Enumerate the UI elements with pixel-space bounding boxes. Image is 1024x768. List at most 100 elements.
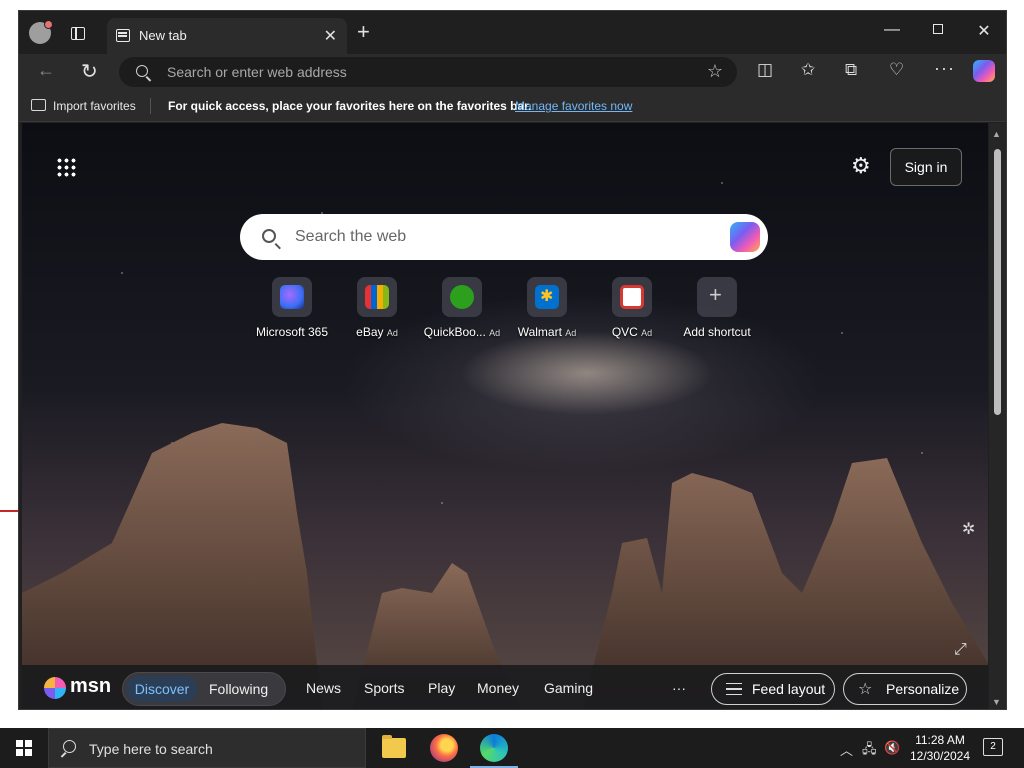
close-window-button[interactable]: ✕	[961, 21, 1006, 41]
favorites-icon[interactable]: ✩	[801, 60, 815, 80]
tab-discover[interactable]: Discover	[126, 676, 198, 702]
nav-news[interactable]: News	[306, 680, 341, 696]
maximize-button[interactable]	[915, 21, 961, 39]
tab-actions-icon[interactable]	[71, 27, 85, 40]
nav-sports[interactable]: Sports	[364, 680, 404, 696]
msn-butterfly-icon[interactable]	[44, 677, 66, 699]
profile-avatar-icon[interactable]	[29, 20, 53, 44]
nav-play[interactable]: Play	[428, 680, 455, 696]
split-screen-icon[interactable]: ◫	[757, 60, 773, 80]
import-folder-icon	[31, 99, 46, 111]
ad-badge: Ad	[489, 328, 501, 338]
file-explorer-icon[interactable]	[382, 735, 406, 758]
copilot-search-icon[interactable]	[730, 222, 760, 252]
nav-gaming[interactable]: Gaming	[544, 680, 593, 696]
expand-arrows-icon[interactable]: ⤢	[954, 641, 967, 659]
manage-favorites-link[interactable]: Manage favorites now	[515, 99, 632, 113]
web-search-box[interactable]	[240, 214, 768, 260]
shortcut-label: Add shortcut	[683, 325, 751, 339]
desktop-red-line	[0, 510, 20, 512]
page-settings-gear-icon[interactable]: ⚙	[851, 153, 871, 179]
taskbar-search-placeholder: Type here to search	[89, 741, 213, 757]
qvc-logo-icon	[612, 277, 652, 317]
shortcut-quickbooks[interactable]: QuickBoo... Ad	[420, 277, 504, 339]
tab-new-tab[interactable]: New tab ✕	[107, 18, 347, 54]
browser-window: New tab ✕ + — ✕ ← ↻ ☆ ◫ ✩ ⧉ ♡ ··· Import…	[18, 10, 1007, 710]
volume-muted-icon[interactable]: 🔇	[884, 740, 900, 756]
notification-count: 2	[990, 741, 996, 752]
settings-more-icon[interactable]: ···	[934, 58, 955, 79]
refresh-icon[interactable]: ↻	[81, 59, 98, 84]
msn-feed-bar: msn Discover Following News Sports Play …	[22, 665, 988, 709]
personalize-button[interactable]: ☆ Personalize	[843, 673, 967, 705]
show-hidden-icons-chevron-icon[interactable]: ︿	[840, 740, 853, 759]
search-icon	[136, 65, 148, 77]
sliders-icon	[726, 683, 742, 695]
ad-badge: Ad	[386, 328, 398, 338]
add-favorite-star-icon[interactable]: ☆	[707, 61, 723, 82]
shortcut-label: Walmart	[517, 325, 562, 339]
app-launcher-grid-icon[interactable]	[56, 157, 76, 177]
quick-access-hint: For quick access, place your favorites h…	[168, 99, 532, 113]
clock-time: 11:28 AM	[915, 733, 965, 747]
back-arrow-icon[interactable]: ←	[37, 60, 55, 81]
ebay-logo-icon	[357, 277, 397, 317]
notification-center-icon[interactable]: 2	[983, 738, 1003, 756]
taskbar-search-box[interactable]: Type here to search	[48, 728, 366, 768]
page-scrollbar[interactable]: ▲ ▼	[989, 123, 1006, 709]
browser-essentials-heart-icon[interactable]: ♡	[889, 60, 904, 80]
scroll-up-arrow-icon[interactable]: ▲	[992, 129, 1001, 139]
add-shortcut-button[interactable]: + Add shortcut	[675, 277, 759, 339]
feed-layout-label: Feed layout	[752, 681, 826, 697]
feed-toggle: Discover Following	[122, 672, 286, 706]
close-tab-icon[interactable]: ✕	[324, 26, 337, 46]
address-bar[interactable]: ☆	[119, 57, 737, 87]
search-icon	[262, 229, 276, 243]
windows-start-icon[interactable]	[16, 740, 32, 756]
more-nav-button[interactable]: ···	[672, 680, 686, 696]
copilot-icon[interactable]	[973, 60, 995, 82]
personalize-label: Personalize	[886, 681, 960, 697]
scroll-down-arrow-icon[interactable]: ▼	[992, 697, 1001, 707]
address-input[interactable]	[167, 57, 687, 87]
shortcut-label: QuickBoo...	[423, 325, 486, 339]
shortcut-qvc[interactable]: QVC Ad	[590, 277, 674, 339]
search-icon	[63, 740, 76, 753]
tab-title: New tab	[139, 28, 187, 43]
nav-money[interactable]: Money	[477, 680, 519, 696]
system-clock[interactable]: 11:28 AM 12/30/2024	[900, 732, 980, 764]
web-search-input[interactable]	[295, 214, 715, 260]
quick-links: Microsoft 365 eBay Ad QuickBoo... Ad ✱ W…	[250, 277, 770, 339]
tab-following[interactable]: Following	[209, 676, 268, 702]
clock-date: 12/30/2024	[909, 749, 971, 763]
sparkle-star-icon: ☆	[858, 681, 873, 698]
collections-icon[interactable]: ⧉	[845, 60, 857, 80]
network-icon[interactable]: 🖧	[862, 740, 877, 762]
microsoft-365-logo-icon	[272, 277, 312, 317]
new-tab-plus-icon[interactable]: +	[357, 19, 370, 45]
navigation-toolbar: ← ↻ ☆ ◫ ✩ ⧉ ♡ ···	[19, 54, 1006, 90]
sparkle-icon[interactable]: ✲	[962, 519, 975, 539]
minimize-button[interactable]: —	[869, 21, 915, 39]
shortcut-ebay[interactable]: eBay Ad	[335, 277, 419, 339]
shortcut-walmart[interactable]: ✱ Walmart Ad	[505, 277, 589, 339]
edge-icon[interactable]	[470, 734, 518, 768]
import-favorites-button[interactable]: Import favorites	[53, 99, 136, 113]
new-tab-page-icon	[116, 29, 130, 42]
background-rock-formations	[22, 423, 988, 709]
quickbooks-logo-icon	[442, 277, 482, 317]
scrollbar-thumb[interactable]	[994, 149, 1001, 415]
favorites-divider	[150, 98, 151, 114]
title-bar: New tab ✕ + — ✕	[19, 11, 1006, 54]
walmart-logo-icon: ✱	[527, 277, 567, 317]
msn-brand[interactable]: msn	[70, 675, 111, 698]
shortcut-label: Microsoft 365	[255, 325, 329, 339]
sign-in-button[interactable]: Sign in	[890, 148, 962, 186]
feed-layout-button[interactable]: Feed layout	[711, 673, 835, 705]
plus-icon: +	[697, 277, 737, 317]
ad-badge: Ad	[565, 328, 577, 338]
shortcut-label: eBay	[356, 325, 384, 339]
shortcut-label: QVC	[611, 325, 638, 339]
shortcut-microsoft-365[interactable]: Microsoft 365	[250, 277, 334, 339]
firefox-icon[interactable]	[430, 734, 458, 762]
